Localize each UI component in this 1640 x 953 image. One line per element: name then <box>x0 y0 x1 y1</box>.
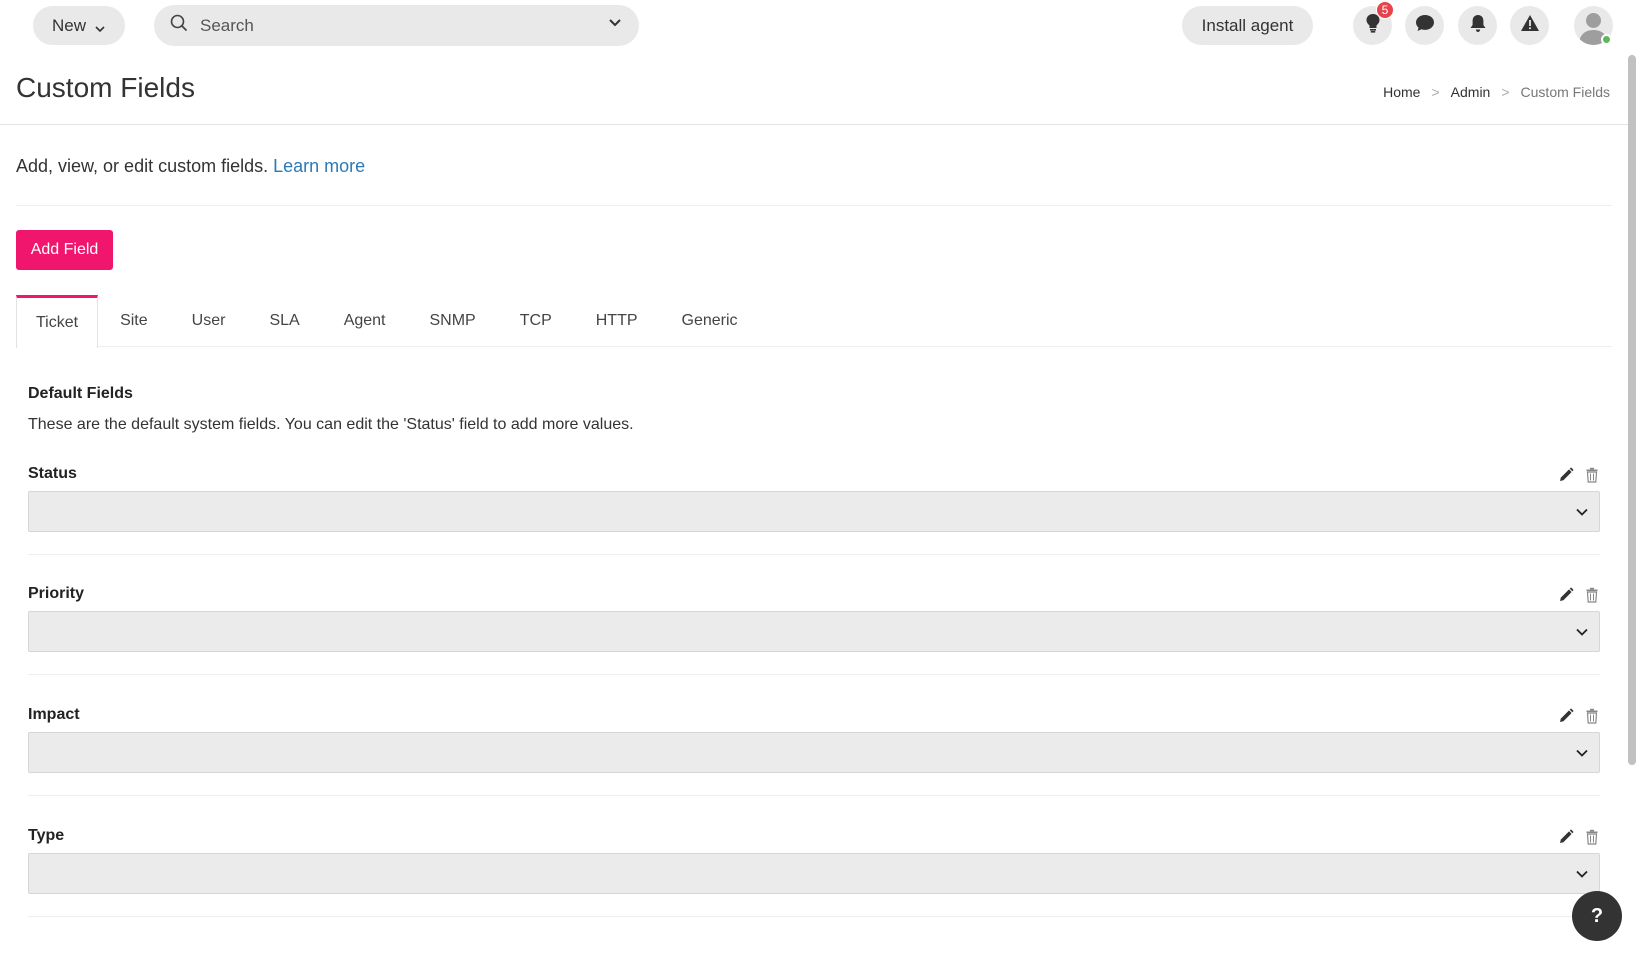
search-input[interactable]: Search <box>154 5 639 46</box>
chevron-down-icon <box>1575 625 1589 639</box>
online-status-indicator <box>1601 34 1612 45</box>
chevron-down-icon <box>94 20 106 32</box>
field-label: Type <box>28 827 65 844</box>
search-icon <box>170 14 188 37</box>
field-actions <box>1558 829 1600 845</box>
header-divider <box>0 124 1628 125</box>
tab-ticket[interactable]: Ticket <box>16 295 99 348</box>
install-agent-button[interactable]: Install agent <box>1182 6 1313 45</box>
notifications-button[interactable] <box>1458 6 1497 45</box>
search-dropdown-icon[interactable] <box>607 15 623 36</box>
tab-site[interactable]: Site <box>98 295 170 347</box>
tab-snmp[interactable]: SNMP <box>408 295 498 347</box>
field-divider <box>28 674 1600 675</box>
add-field-button[interactable]: Add Field <box>16 230 113 270</box>
breadcrumb-current: Custom Fields <box>1520 84 1610 100</box>
search-placeholder: Search <box>200 15 254 35</box>
field-label: Impact <box>28 706 80 723</box>
trash-icon[interactable] <box>1584 467 1600 483</box>
breadcrumb-separator: > <box>1431 84 1440 100</box>
intro-divider <box>16 205 1612 206</box>
chat-button[interactable] <box>1405 6 1444 45</box>
tab-agent[interactable]: Agent <box>322 295 408 347</box>
tips-button[interactable]: 5 <box>1353 1 1394 45</box>
chat-icon <box>1415 14 1435 37</box>
field-type-tabs: Ticket Site User SLA Agent SNMP TCP HTTP… <box>16 295 1612 348</box>
priority-select[interactable] <box>28 611 1600 652</box>
warning-icon <box>1520 14 1540 37</box>
help-button[interactable]: ? <box>1572 891 1622 941</box>
tab-http[interactable]: HTTP <box>574 295 660 347</box>
field-divider <box>28 916 1600 917</box>
alerts-button[interactable] <box>1510 6 1549 45</box>
tab-user[interactable]: User <box>170 295 248 347</box>
field-actions <box>1558 587 1600 603</box>
intro-description: Add, view, or edit custom fields. <box>16 156 274 176</box>
tips-count-badge: 5 <box>1376 1 1394 19</box>
new-button-label: New <box>51 15 86 35</box>
page-title: Custom Fields <box>16 72 195 103</box>
type-select[interactable] <box>28 853 1600 894</box>
trash-icon[interactable] <box>1584 587 1600 603</box>
pencil-icon[interactable] <box>1558 587 1574 603</box>
section-description: These are the default system fields. You… <box>28 416 634 433</box>
new-button[interactable]: New <box>33 6 125 45</box>
page-scrollbar[interactable] <box>1628 55 1636 765</box>
chevron-down-icon <box>1575 746 1589 760</box>
field-divider <box>28 554 1600 555</box>
breadcrumb: Home > Admin > Custom Fields <box>1383 84 1610 100</box>
field-label: Status <box>28 465 77 482</box>
field-divider <box>28 795 1600 796</box>
trash-icon[interactable] <box>1584 708 1600 724</box>
pencil-icon[interactable] <box>1558 467 1574 483</box>
tab-generic[interactable]: Generic <box>660 295 760 347</box>
bell-icon <box>1469 14 1487 38</box>
learn-more-link[interactable]: Learn more <box>273 156 365 176</box>
field-actions <box>1558 467 1600 483</box>
breadcrumb-admin[interactable]: Admin <box>1451 84 1491 100</box>
tab-sla[interactable]: SLA <box>247 295 321 347</box>
section-title: Default Fields <box>28 385 133 402</box>
chevron-down-icon <box>1575 867 1589 881</box>
pencil-icon[interactable] <box>1558 829 1574 845</box>
top-bar: New Search Install agent 5 <box>0 0 1640 50</box>
field-actions <box>1558 708 1600 724</box>
breadcrumb-home[interactable]: Home <box>1383 84 1420 100</box>
status-select[interactable] <box>28 491 1600 532</box>
breadcrumb-separator: > <box>1501 84 1510 100</box>
pencil-icon[interactable] <box>1558 708 1574 724</box>
field-label: Priority <box>28 585 85 602</box>
chevron-down-icon <box>1575 505 1589 519</box>
trash-icon[interactable] <box>1584 829 1600 845</box>
intro-text: Add, view, or edit custom fields. Learn … <box>16 156 365 177</box>
impact-select[interactable] <box>28 732 1600 773</box>
tab-tcp[interactable]: TCP <box>498 295 574 347</box>
